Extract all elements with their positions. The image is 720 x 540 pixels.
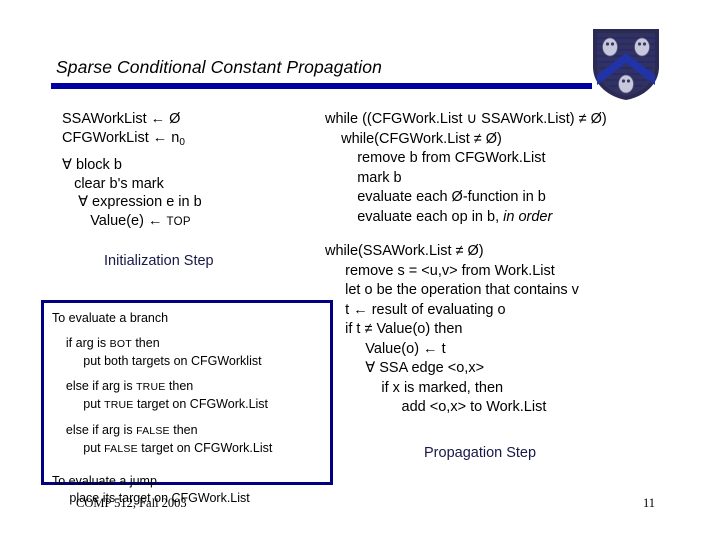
cfg-line-6-in-order-emphasis: in order [503,208,553,225]
ssa-line-6: Value(o) ← t [325,340,446,357]
init-line-4: clear b's mark [62,175,164,192]
branch-line-7-prefix: put [52,441,105,455]
init-line-3: ∀ block b [62,157,122,173]
branch-line-2-prefix: if arg is [52,335,110,350]
init-line-2-subscript: 0 [179,136,185,148]
branch-line-6: else if arg is FALSE then [52,422,326,441]
init-line-2-text: CFGWorkList ← n [62,129,180,146]
branch-line-5-prefix: put [52,397,105,411]
branch-line-3: put both targets on CFGWorklist [52,354,262,368]
cfg-line-6-text: evaluate each op in b, [325,208,504,225]
init-line-1: SSAWorkList ← Ø [62,111,181,127]
init-line-5: ∀ expression e in b [62,194,202,210]
cfg-line-4: mark b [325,169,402,186]
branch-line-6-prefix: else if arg is [52,422,137,437]
ssa-worklist-code-block: while(SSAWork.List ≠ Ø) remove s = <u,v>… [325,242,715,418]
initialization-code-block: SSAWorkList ← Ø CFGWorkList ← n0 ∀ block… [62,110,332,231]
init-line-6-text: Value(e) ← [62,212,167,229]
ssa-line-1: while(SSAWork.List ≠ Ø) [325,243,484,259]
cfg-line-5: evaluate each Ø-function in b [325,189,546,205]
propagation-step-label: Propagation Step [424,445,537,461]
init-line-6: Value(e) ← TOP [62,212,332,232]
cfg-line-3: remove b from CFGWork.List [325,150,546,166]
ssa-line-5: if t ≠ Value(o) then [325,321,463,337]
footer-course-label: COMP 512, Fall 2003 [76,496,187,510]
slide-canvas: Sparse Conditional Constant Propagation [0,0,720,540]
branch-line-5-suffix: target on CFGWork.List [133,397,269,411]
initialization-step-label: Initialization Step [104,253,214,269]
branch-line-4-suffix: then [165,378,194,393]
page-title: Sparse Conditional Constant Propagation [56,57,382,77]
branch-line-4: else if arg is TRUE then [52,378,326,397]
branch-spacer-5 [52,466,326,473]
branch-line-2-suffix: then [131,335,160,350]
init-line-2: CFGWorkList ← n0 [62,129,332,153]
branch-line-8: To evaluate a jump [52,473,157,488]
branch-line-2: if arg is BOT then [52,335,326,354]
ssa-line-3: let o be the operation that contains v [325,282,579,298]
ssa-line-8: if x is marked, then [325,379,504,396]
cfg-line-1: while ((CFGWork.List ∪ SSAWork.List) ≠ Ø… [325,111,607,127]
branch-line-6-suffix: then [169,422,198,437]
ssa-line-9: add <o,x> to Work.List [325,399,547,415]
branch-line-7: put FALSE target on CFGWork.List [52,440,326,459]
branch-line-5: put TRUE target on CFGWork.List [52,396,326,415]
footer-page-number: 11 [643,496,656,510]
branch-line-7-false-keyword: FALSE [104,443,138,455]
branch-line-7-suffix: target on CFGWork.List [137,441,273,455]
branch-spacer-1 [52,328,326,335]
init-line-6-top-keyword: TOP [166,215,191,228]
cfg-line-6: evaluate each op in b, in order [325,208,715,228]
title-divider-rule [51,83,592,89]
branch-line-5-true-keyword: TRUE [104,399,134,411]
rice-university-shield-icon [591,27,661,102]
branch-spacer-3 [52,415,326,422]
branch-line-1: To evaluate a branch [52,311,169,325]
branch-evaluation-box: To evaluate a branch if arg is BOT then … [41,300,333,505]
branch-spacer-2 [52,371,326,378]
branch-line-4-true-keyword: TRUE [136,380,166,393]
branch-line-4-prefix: else if arg is [52,378,137,393]
ssa-line-2: remove s = <u,v> from Work.List [325,262,555,279]
branch-spacer-4 [52,459,326,466]
cfg-line-2: while(CFGWork.List ≠ Ø) [325,130,502,147]
branch-evaluation-box-content: To evaluate a branch if arg is BOT then … [52,310,326,508]
ssa-line-4: t ← result of evaluating o [325,301,506,318]
ssa-line-7: ∀ SSA edge <o,x> [325,360,485,376]
branch-line-2-bot-keyword: BOT [109,337,132,350]
cfg-worklist-code-block: while ((CFGWork.List ∪ SSAWork.List) ≠ Ø… [325,110,715,227]
branch-line-6-false-keyword: FALSE [136,424,170,437]
